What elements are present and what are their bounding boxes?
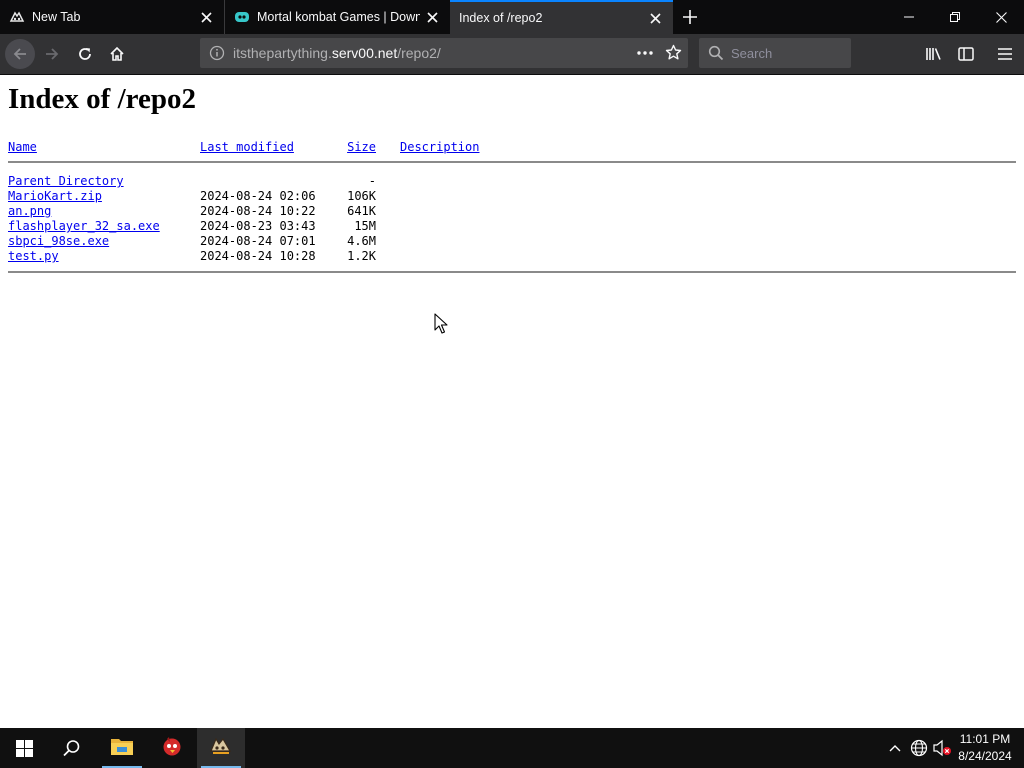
close-window-button[interactable] (978, 0, 1024, 34)
start-button[interactable] (0, 728, 48, 768)
file-link[interactable]: an.png (8, 204, 51, 219)
tab-index-repo2[interactable]: Index of /repo2 (450, 0, 673, 34)
tab-title: Index of /repo2 (459, 11, 543, 25)
show-hidden-icons-button[interactable] (885, 728, 905, 768)
listing-header: Name Last modified Size Description (8, 140, 1016, 155)
forward-button[interactable] (37, 39, 67, 69)
file-link[interactable]: MarioKart.zip (8, 189, 102, 204)
file-modified: 2024-08-24 07:01 (200, 234, 316, 248)
navigation-toolbar: itsthepartything.serv00.net/repo2/ Searc… (0, 34, 1024, 75)
file-link[interactable]: flashplayer_32_sa.exe (8, 219, 160, 234)
file-size: - (368, 174, 376, 188)
table-row: an.png 2024-08-24 10:22 641K (8, 204, 1016, 219)
table-row: Parent Directory - (8, 174, 1016, 189)
bookmark-star-icon[interactable] (665, 44, 682, 66)
clock-time: 11:01 PM (959, 732, 1011, 746)
close-tab-icon[interactable] (643, 6, 667, 30)
mouse-pointer-icon (434, 313, 448, 339)
url-bar[interactable]: itsthepartything.serv00.net/repo2/ (200, 38, 688, 68)
page-content: Index of /repo2 Name Last modified Size … (0, 75, 1024, 727)
search-bar[interactable]: Search (699, 38, 851, 68)
tab-title: New Tab (32, 10, 81, 24)
file-modified: 2024-08-24 10:22 (200, 204, 316, 218)
file-size: 106K (347, 189, 376, 203)
page-title: Index of /repo2 (8, 83, 196, 115)
firefox-icon (9, 9, 25, 25)
divider (8, 161, 1016, 163)
file-size: 1.2K (347, 249, 376, 263)
table-row: sbpci_98se.exe 2024-08-24 07:01 4.6M (8, 234, 1016, 249)
directory-listing: Name Last modified Size Description Pare… (8, 140, 1016, 279)
search-icon (708, 45, 724, 66)
sort-by-size-link[interactable]: Size (328, 140, 376, 155)
file-modified: 2024-08-24 02:06 (200, 189, 316, 203)
tab-strip: New Tab Mortal kombat Games | Downl Inde… (0, 0, 1024, 34)
file-link[interactable]: test.py (8, 249, 59, 264)
new-tab-button[interactable] (678, 5, 702, 29)
file-size: 15M (354, 219, 376, 233)
info-icon[interactable] (209, 45, 225, 66)
tab-mortal-kombat[interactable]: Mortal kombat Games | Downl (225, 0, 450, 34)
menu-button[interactable] (990, 39, 1020, 69)
page-actions-icon[interactable] (636, 45, 654, 66)
clock-date: 8/24/2024 (958, 749, 1012, 763)
back-button[interactable] (5, 39, 35, 69)
restore-button[interactable] (932, 0, 978, 34)
file-modified: 2024-08-24 10:28 (200, 249, 316, 263)
folder-icon (111, 737, 133, 760)
library-button[interactable] (919, 39, 949, 69)
url-path: /repo2/ (397, 45, 441, 61)
home-button[interactable] (102, 39, 132, 69)
search-button[interactable] (48, 728, 96, 768)
url-subdomain: itsthepartything. (233, 45, 332, 61)
search-placeholder: Search (731, 46, 773, 61)
sort-by-name-link[interactable]: Name (8, 140, 37, 155)
network-icon[interactable] (908, 728, 930, 768)
url-domain: serv00.net (331, 45, 398, 61)
game-taskbar-button[interactable] (148, 728, 196, 768)
divider (8, 271, 1016, 273)
file-size: 641K (347, 204, 376, 218)
taskbar: 11:01 PM 8/24/2024 (0, 728, 1024, 768)
firefox-taskbar-button[interactable] (197, 728, 245, 768)
parent-directory-link[interactable]: Parent Directory (8, 174, 124, 189)
table-row: test.py 2024-08-24 10:28 1.2K (8, 249, 1016, 264)
tab-new-tab[interactable]: New Tab (0, 0, 225, 34)
site-icon (234, 9, 250, 25)
sort-by-description-link[interactable]: Description (400, 140, 479, 155)
url-text: itsthepartything.serv00.net/repo2/ (233, 45, 441, 61)
table-row: MarioKart.zip 2024-08-24 02:06 106K (8, 189, 1016, 204)
file-explorer-taskbar-button[interactable] (98, 728, 146, 768)
sort-by-modified-link[interactable]: Last modified (200, 140, 294, 155)
system-clock[interactable]: 11:01 PM 8/24/2024 (950, 731, 1020, 765)
file-size: 4.6M (347, 234, 376, 248)
reload-button[interactable] (70, 39, 100, 69)
file-modified: 2024-08-23 03:43 (200, 219, 316, 233)
table-row: flashplayer_32_sa.exe 2024-08-23 03:43 1… (8, 219, 1016, 234)
close-tab-icon[interactable] (420, 5, 444, 29)
browser-app-icon (208, 735, 234, 762)
file-link[interactable]: sbpci_98se.exe (8, 234, 109, 249)
angry-bird-icon (161, 736, 183, 761)
minimize-button[interactable] (886, 0, 932, 34)
close-tab-icon[interactable] (194, 5, 218, 29)
sidebar-toggle-button[interactable] (951, 39, 981, 69)
tab-title: Mortal kombat Games | Downl (257, 10, 420, 24)
